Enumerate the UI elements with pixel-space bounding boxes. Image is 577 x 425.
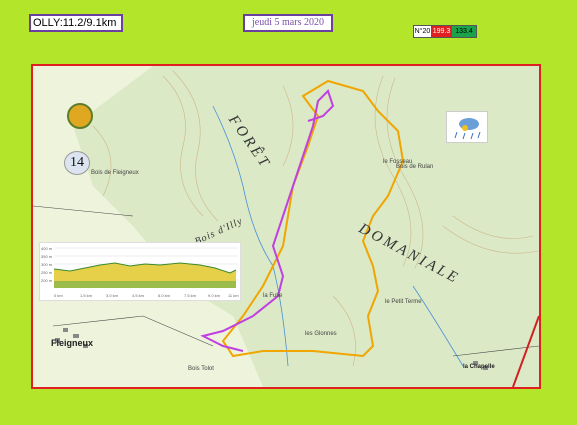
- y-tick: 350 m: [41, 254, 53, 259]
- place-label: Bois Tolot: [188, 366, 214, 372]
- date-label: jeudi 5 mars 2020: [243, 14, 333, 32]
- route-title: OLLY:11.2/9.1km: [29, 14, 123, 32]
- x-tick: 11 km: [228, 293, 239, 298]
- x-tick: 0 km: [54, 293, 63, 298]
- y-tick: 200 m: [41, 278, 53, 283]
- topographic-map: 14 FORÊT DOMANIALE Bois d'Illy Bois de F…: [31, 64, 541, 389]
- y-tick: 400 m: [41, 246, 53, 251]
- y-tick: 300 m: [41, 262, 53, 267]
- badge-green: 133.4: [452, 26, 476, 37]
- x-tick: 3.0 km: [106, 293, 119, 298]
- place-label: les Glonnes: [305, 331, 337, 337]
- map-marker-number: 14: [64, 151, 90, 175]
- place-label: le Petit Terme: [385, 299, 422, 305]
- place-label: la Fulie: [263, 293, 283, 299]
- place-label: le Fosseau: [383, 159, 413, 165]
- elevation-profile: 400 m 350 m 300 m 250 m 200 m 0 km 1.5 k…: [39, 242, 241, 301]
- x-tick: 1.5 km: [80, 293, 93, 298]
- x-tick: 9.0 km: [208, 293, 221, 298]
- elevation-chart: [53, 247, 238, 288]
- club-logo: [67, 103, 93, 129]
- badge-number: N°20: [414, 26, 431, 37]
- y-tick: 250 m: [41, 270, 53, 275]
- place-label: Bois de Fleigneux: [91, 170, 139, 176]
- stats-badges: N°20 199.3 133.4: [413, 25, 477, 38]
- badge-red: 199.3: [431, 26, 452, 37]
- town-chapelle: la Chapelle: [463, 364, 495, 370]
- weather-icon: [446, 111, 488, 143]
- x-tick: 4.5 km: [132, 293, 145, 298]
- x-tick: 6.0 km: [158, 293, 171, 298]
- x-tick: 7.5 km: [184, 293, 197, 298]
- town-fleigneux: Fleigneux: [51, 338, 94, 348]
